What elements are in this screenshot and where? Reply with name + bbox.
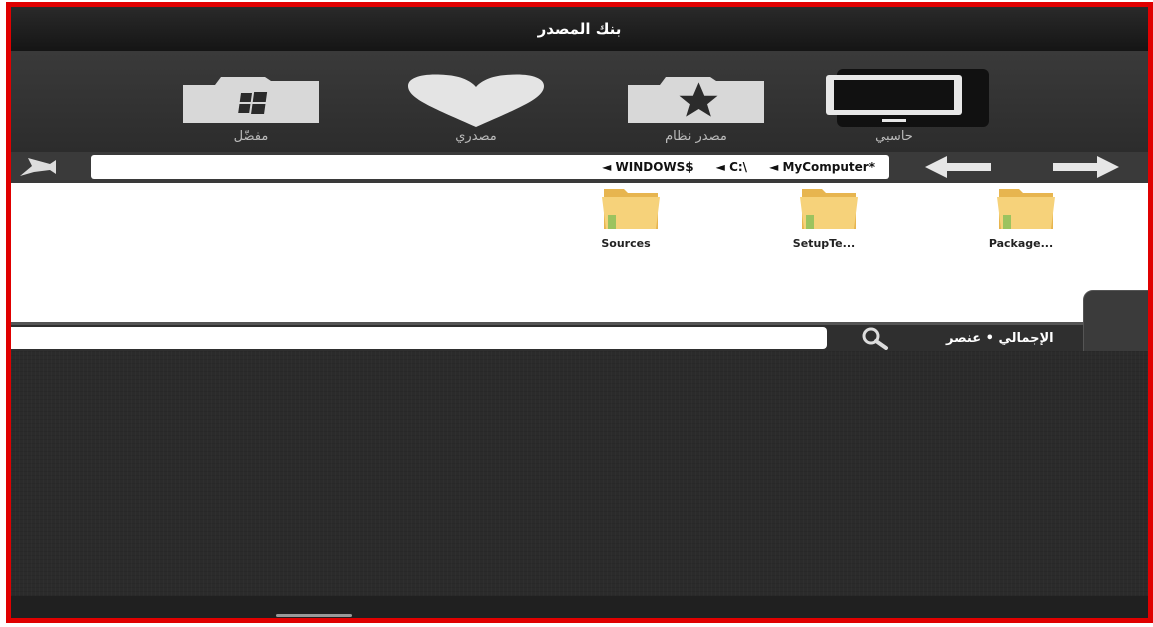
category-label: مصدري <box>455 129 497 144</box>
heart-icon <box>408 74 544 127</box>
folder-icon <box>602 189 660 229</box>
total-items-count: الإجمالي • عنصر <box>946 331 1054 346</box>
file-item[interactable]: Sources <box>571 185 681 250</box>
search-input[interactable] <box>11 327 827 349</box>
pin-icon[interactable] <box>16 154 60 180</box>
app-frame: بنك المصدر حاسبي مصدر نظام مصدري مفضّل ◄… <box>6 2 1153 623</box>
address-bar[interactable]: ◄ WINDOWS$ ◄ C:\ ◄ MyComputer* <box>91 155 889 179</box>
folder-icon <box>800 189 858 229</box>
category-bar: حاسبي مصدر نظام مصدري مفضّل <box>11 51 1148 152</box>
bottom-bar <box>11 596 1148 618</box>
breadcrumb-drive-c[interactable]: ◄ C:\ <box>716 160 747 174</box>
file-name: SetupTe... <box>792 237 856 250</box>
category-label: مفضّل <box>233 129 269 144</box>
windows-folder-icon <box>183 77 319 123</box>
folder-icon <box>997 189 1055 229</box>
file-name: Sources <box>601 237 651 250</box>
breadcrumb-windows[interactable]: ◄ WINDOWS$ <box>602 160 694 174</box>
category-my-source[interactable]: مصدري <box>401 51 551 152</box>
back-arrow-icon[interactable] <box>923 154 993 180</box>
star-folder-icon <box>628 77 764 123</box>
title-bar: بنك المصدر <box>11 7 1148 51</box>
category-system-source[interactable]: مصدر نظام <box>621 51 771 152</box>
navigation-bar: ◄ WINDOWS$ ◄ C:\ ◄ MyComputer* <box>11 152 1148 183</box>
file-item[interactable]: SetupTe... <box>769 185 879 250</box>
category-label: حاسبي <box>875 129 913 144</box>
content-area <box>11 351 1148 596</box>
computer-monitor-icon <box>826 75 962 122</box>
forward-arrow-icon[interactable] <box>1051 154 1121 180</box>
file-name: Package... <box>988 237 1054 250</box>
category-favorite[interactable]: مفضّل <box>176 51 326 152</box>
drag-handle[interactable] <box>276 614 352 617</box>
file-item[interactable]: Package... <box>966 185 1076 250</box>
window-title: بنك المصدر <box>537 20 622 38</box>
category-label: مصدر نظام <box>665 129 727 144</box>
category-my-computer[interactable]: حاسبي <box>819 51 989 152</box>
search-bar: الإجمالي • عنصر <box>11 325 1148 351</box>
breadcrumb-my-computer[interactable]: ◄ MyComputer* <box>769 160 875 174</box>
search-icon[interactable] <box>859 326 891 350</box>
file-grid: Package... SetupTe... Sources <box>11 183 1148 322</box>
